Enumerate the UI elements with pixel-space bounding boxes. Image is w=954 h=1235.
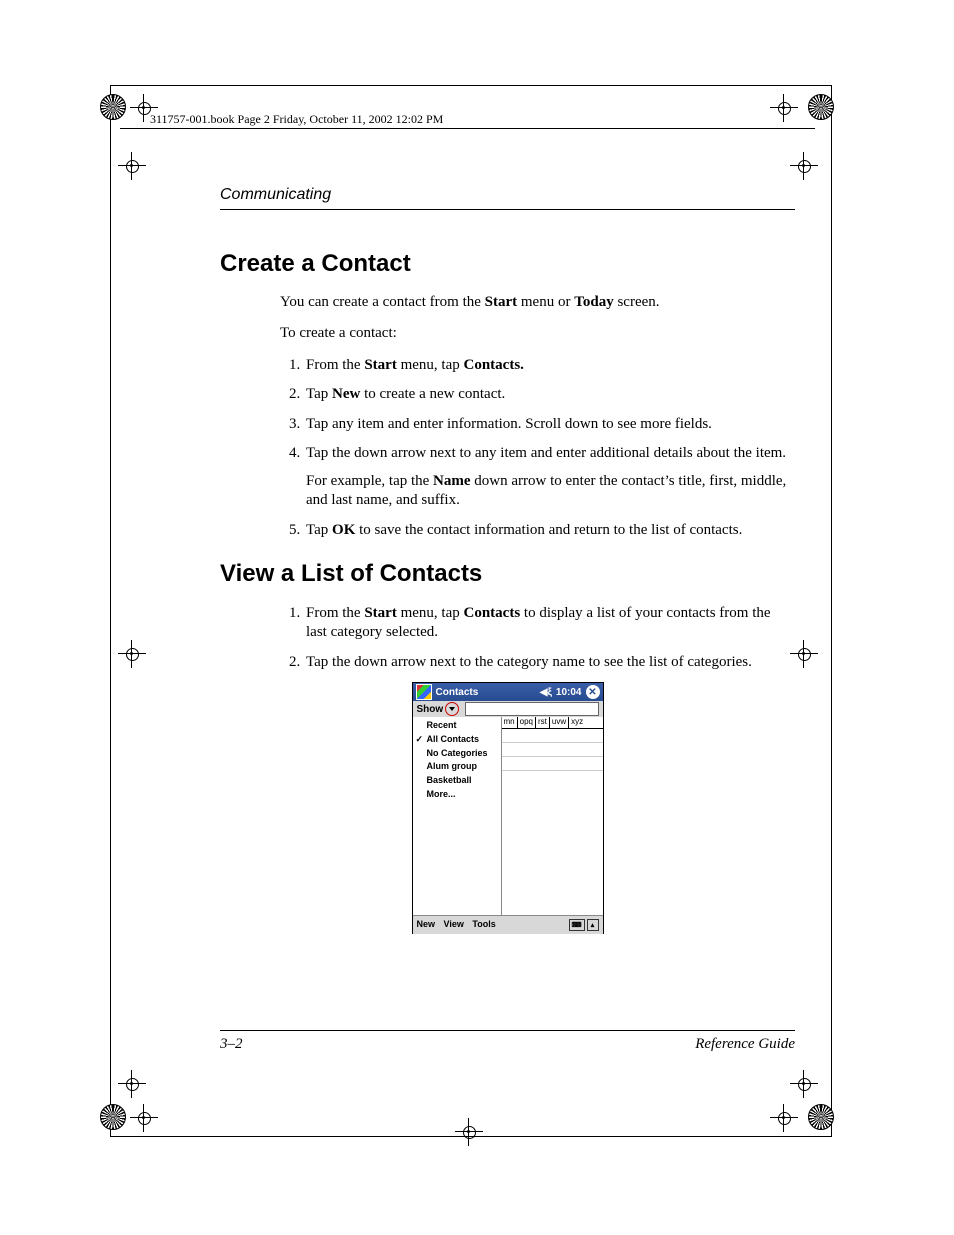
dd-more: More... bbox=[413, 788, 501, 802]
speaker-icon: ◀ξ bbox=[540, 686, 552, 699]
menu-view: View bbox=[444, 919, 464, 929]
registration-mark-icon bbox=[100, 1104, 126, 1130]
crosshair-icon bbox=[790, 152, 818, 180]
crosshair-icon bbox=[770, 94, 798, 122]
step-5: Tap OK to save the contact information a… bbox=[304, 521, 795, 541]
guide-label: Reference Guide bbox=[695, 1036, 795, 1053]
pda-list-area: mn opq rst uvw xyz bbox=[502, 717, 603, 915]
menu-new: New bbox=[417, 919, 436, 929]
pda-toolbar: Show bbox=[413, 701, 603, 717]
bold-today: Today bbox=[574, 294, 613, 310]
text: From the bbox=[306, 605, 364, 621]
up-arrow-icon: ▴ bbox=[587, 919, 599, 931]
document-page: 311757-001.book Page 2 Friday, October 1… bbox=[0, 0, 954, 1235]
pda-screenshot: Contacts ◀ξ 10:04 ✕ Show Recent All Cont… bbox=[412, 682, 604, 934]
step-1: From the Start menu, tap Contacts. bbox=[304, 356, 795, 376]
alpha-tab: mn bbox=[502, 717, 517, 727]
text: to create a new contact. bbox=[360, 386, 505, 402]
text: For example, tap the bbox=[306, 473, 433, 489]
dd-alum-group: Alum group bbox=[413, 760, 501, 774]
intro-paragraph: You can create a contact from the Start … bbox=[280, 293, 795, 313]
crosshair-icon bbox=[770, 1104, 798, 1132]
crosshair-icon bbox=[118, 152, 146, 180]
menu-tools: Tools bbox=[472, 919, 495, 929]
footer-rule bbox=[220, 1030, 795, 1031]
bold: OK bbox=[332, 522, 355, 538]
bold: Start bbox=[364, 357, 397, 373]
crosshair-icon bbox=[455, 1118, 483, 1146]
crosshair-icon bbox=[790, 1070, 818, 1098]
text: You can create a contact from the bbox=[280, 294, 485, 310]
pda-search-box bbox=[465, 702, 598, 716]
heading-create-contact: Create a Contact bbox=[220, 248, 795, 279]
page-footer: 3–2 Reference Guide bbox=[220, 1036, 795, 1053]
book-stamp: 311757-001.book Page 2 Friday, October 1… bbox=[150, 112, 443, 127]
text: menu, tap bbox=[397, 357, 464, 373]
text: Tap bbox=[306, 386, 332, 402]
text: screen. bbox=[614, 294, 660, 310]
step-2: Tap the down arrow next to the category … bbox=[304, 653, 795, 673]
start-flag-icon bbox=[416, 684, 432, 700]
dd-all-contacts: All Contacts bbox=[413, 733, 501, 747]
alpha-tab: xyz bbox=[568, 717, 585, 727]
list-row bbox=[502, 729, 603, 743]
text: From the bbox=[306, 357, 364, 373]
sip-controls: ⌨ ▴ bbox=[569, 919, 599, 931]
page-number: 3–2 bbox=[220, 1036, 243, 1053]
page-content: Communicating Create a Contact You can c… bbox=[220, 185, 795, 934]
registration-mark-icon bbox=[808, 1104, 834, 1130]
step-4: Tap the down arrow next to any item and … bbox=[304, 444, 795, 511]
bold: New bbox=[332, 386, 360, 402]
running-head-rule bbox=[220, 209, 795, 210]
lead-paragraph: To create a contact: bbox=[280, 324, 795, 344]
keyboard-icon: ⌨ bbox=[569, 919, 585, 931]
crosshair-icon bbox=[118, 1070, 146, 1098]
step-3: Tap any item and enter information. Scro… bbox=[304, 415, 795, 435]
dd-no-categories: No Categories bbox=[413, 747, 501, 761]
show-label: Show bbox=[417, 703, 444, 716]
text: Tap the down arrow next to any item and … bbox=[306, 445, 786, 461]
pda-menubar: New View Tools ⌨ ▴ bbox=[413, 915, 603, 934]
bold-start: Start bbox=[485, 294, 518, 310]
running-head: Communicating bbox=[220, 185, 795, 206]
list-row bbox=[502, 743, 603, 757]
bold: Contacts bbox=[464, 605, 521, 621]
text: menu or bbox=[517, 294, 574, 310]
crosshair-icon bbox=[118, 640, 146, 668]
pda-titlebar: Contacts ◀ξ 10:04 ✕ bbox=[413, 683, 603, 701]
alpha-tab: rst bbox=[535, 717, 549, 727]
bold: Start bbox=[364, 605, 397, 621]
text: to save the contact information and retu… bbox=[355, 522, 742, 538]
alpha-tabs: mn opq rst uvw xyz bbox=[502, 717, 603, 728]
alpha-tab: opq bbox=[517, 717, 535, 727]
show-dropdown-arrow-icon bbox=[445, 702, 459, 716]
alpha-tab: uvw bbox=[549, 717, 568, 727]
bold: Contacts. bbox=[464, 357, 524, 373]
text: menu, tap bbox=[397, 605, 464, 621]
heading-view-contacts: View a List of Contacts bbox=[220, 558, 795, 589]
header-rule bbox=[120, 128, 815, 129]
create-steps: From the Start menu, tap Contacts. Tap N… bbox=[220, 356, 795, 541]
pda-title: Contacts bbox=[436, 686, 536, 699]
dd-recent: Recent bbox=[413, 719, 501, 733]
registration-mark-icon bbox=[808, 94, 834, 120]
list-row bbox=[502, 757, 603, 771]
registration-mark-icon bbox=[100, 94, 126, 120]
bold: Name bbox=[433, 473, 471, 489]
menu-left: New View Tools bbox=[417, 919, 502, 931]
close-icon: ✕ bbox=[586, 685, 600, 699]
step-1: From the Start menu, tap Contacts to dis… bbox=[304, 604, 795, 643]
pda-clock: 10:04 bbox=[556, 686, 582, 699]
pda-body: Recent All Contacts No Categories Alum g… bbox=[413, 717, 603, 915]
step-4-example: For example, tap the Name down arrow to … bbox=[306, 472, 795, 511]
dd-basketball: Basketball bbox=[413, 774, 501, 788]
text: Tap bbox=[306, 522, 332, 538]
step-2: Tap New to create a new contact. bbox=[304, 385, 795, 405]
category-dropdown: Recent All Contacts No Categories Alum g… bbox=[413, 717, 502, 915]
crosshair-icon bbox=[130, 1104, 158, 1132]
view-steps: From the Start menu, tap Contacts to dis… bbox=[220, 604, 795, 673]
